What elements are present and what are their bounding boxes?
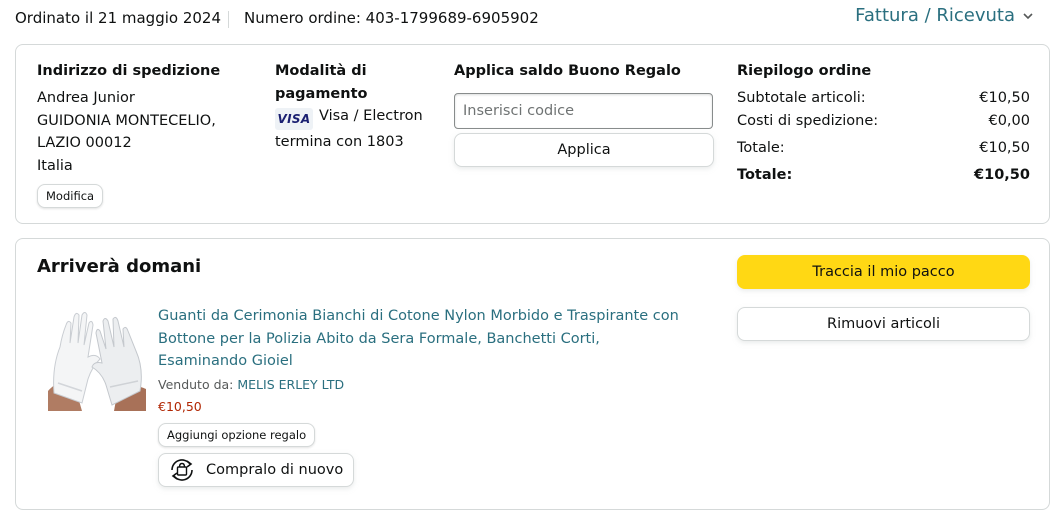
- buy-again-label: Compralo di nuovo: [206, 462, 344, 478]
- summary-label: Subtotale articoli:: [737, 90, 866, 106]
- summary-label: Totale:: [737, 167, 793, 183]
- summary-value: €10,50: [979, 90, 1030, 106]
- add-gift-option-button[interactable]: Aggiungi opzione regalo: [158, 423, 316, 447]
- summary-value: €0,00: [988, 113, 1030, 129]
- apply-gift-button[interactable]: Applica: [454, 133, 714, 167]
- summary-row-shipping: Costi di spedizione: €0,00: [737, 110, 1030, 133]
- address-city: GUIDONIA MONTECELIO,: [37, 113, 216, 129]
- buy-again-button[interactable]: Compralo di nuovo: [158, 453, 355, 487]
- seller-link[interactable]: MELIS ERLEY LTD: [237, 377, 344, 392]
- shipping-address-heading: Indirizzo di spedizione: [37, 63, 221, 79]
- white-gloves-image[interactable]: [48, 307, 146, 411]
- shipment-card: Arriverà domani Guanti da Cerimonia Bian…: [15, 238, 1050, 510]
- summary-row-subtotal: Subtotale articoli: €10,50: [737, 87, 1030, 110]
- sold-by: Venduto da: MELIS ERLEY LTD: [158, 375, 344, 395]
- summary-row-total: Totale: €10,50: [737, 137, 1030, 160]
- summary-label: Totale:: [737, 140, 785, 156]
- invoice-dropdown-link[interactable]: Fattura / Ricevuta: [855, 5, 1033, 26]
- track-package-button[interactable]: Traccia il mio pacco: [737, 255, 1030, 289]
- order-summary-heading: Riepilogo ordine: [737, 63, 872, 79]
- summary-row-grand-total: Totale: €10,50: [737, 164, 1030, 187]
- sold-by-label: Venduto da:: [158, 377, 234, 392]
- address-country: Italia: [37, 158, 73, 174]
- address-region-zip: LAZIO 00012: [37, 135, 132, 151]
- summary-value: €10,50: [979, 140, 1030, 156]
- payment-card-ending: termina con 1803: [275, 134, 404, 150]
- address-name: Andrea Junior: [37, 90, 135, 106]
- invoice-link-label: Fattura / Ricevuta: [855, 5, 1015, 26]
- rebuy-cycle-icon: [171, 459, 193, 481]
- item-price: €10,50: [158, 399, 202, 414]
- chevron-down-icon: [1023, 12, 1033, 19]
- order-header: Ordinato il 21 maggio 2024 Numero ordine…: [0, 0, 1057, 40]
- product-title-link[interactable]: Guanti da Cerimonia Bianchi di Cotone Ny…: [158, 305, 693, 373]
- summary-label: Costi di spedizione:: [737, 113, 879, 129]
- order-info-card: Indirizzo di spedizione Andrea Junior GU…: [15, 44, 1050, 224]
- payment-card-type: Visa / Electron: [319, 108, 423, 124]
- summary-value: €10,50: [974, 167, 1030, 183]
- remove-items-button[interactable]: Rimuovi articoli: [737, 307, 1030, 341]
- gift-code-input[interactable]: [454, 93, 713, 129]
- delivery-status: Arriverà domani: [37, 256, 202, 277]
- order-details-page: Ordinato il 21 maggio 2024 Numero ordine…: [0, 0, 1057, 518]
- visa-badge-text: VISA: [277, 112, 311, 126]
- order-date: Ordinato il 21 maggio 2024: [15, 9, 222, 27]
- order-number: Numero ordine: 403-1799689-6905902: [244, 9, 539, 27]
- edit-address-button[interactable]: Modifica: [37, 184, 104, 208]
- gift-card-heading: Applica saldo Buono Regalo: [454, 63, 681, 79]
- header-divider: [228, 11, 229, 28]
- payment-method-heading: Modalità di pagamento: [275, 63, 368, 102]
- visa-card-icon: VISA: [275, 108, 313, 130]
